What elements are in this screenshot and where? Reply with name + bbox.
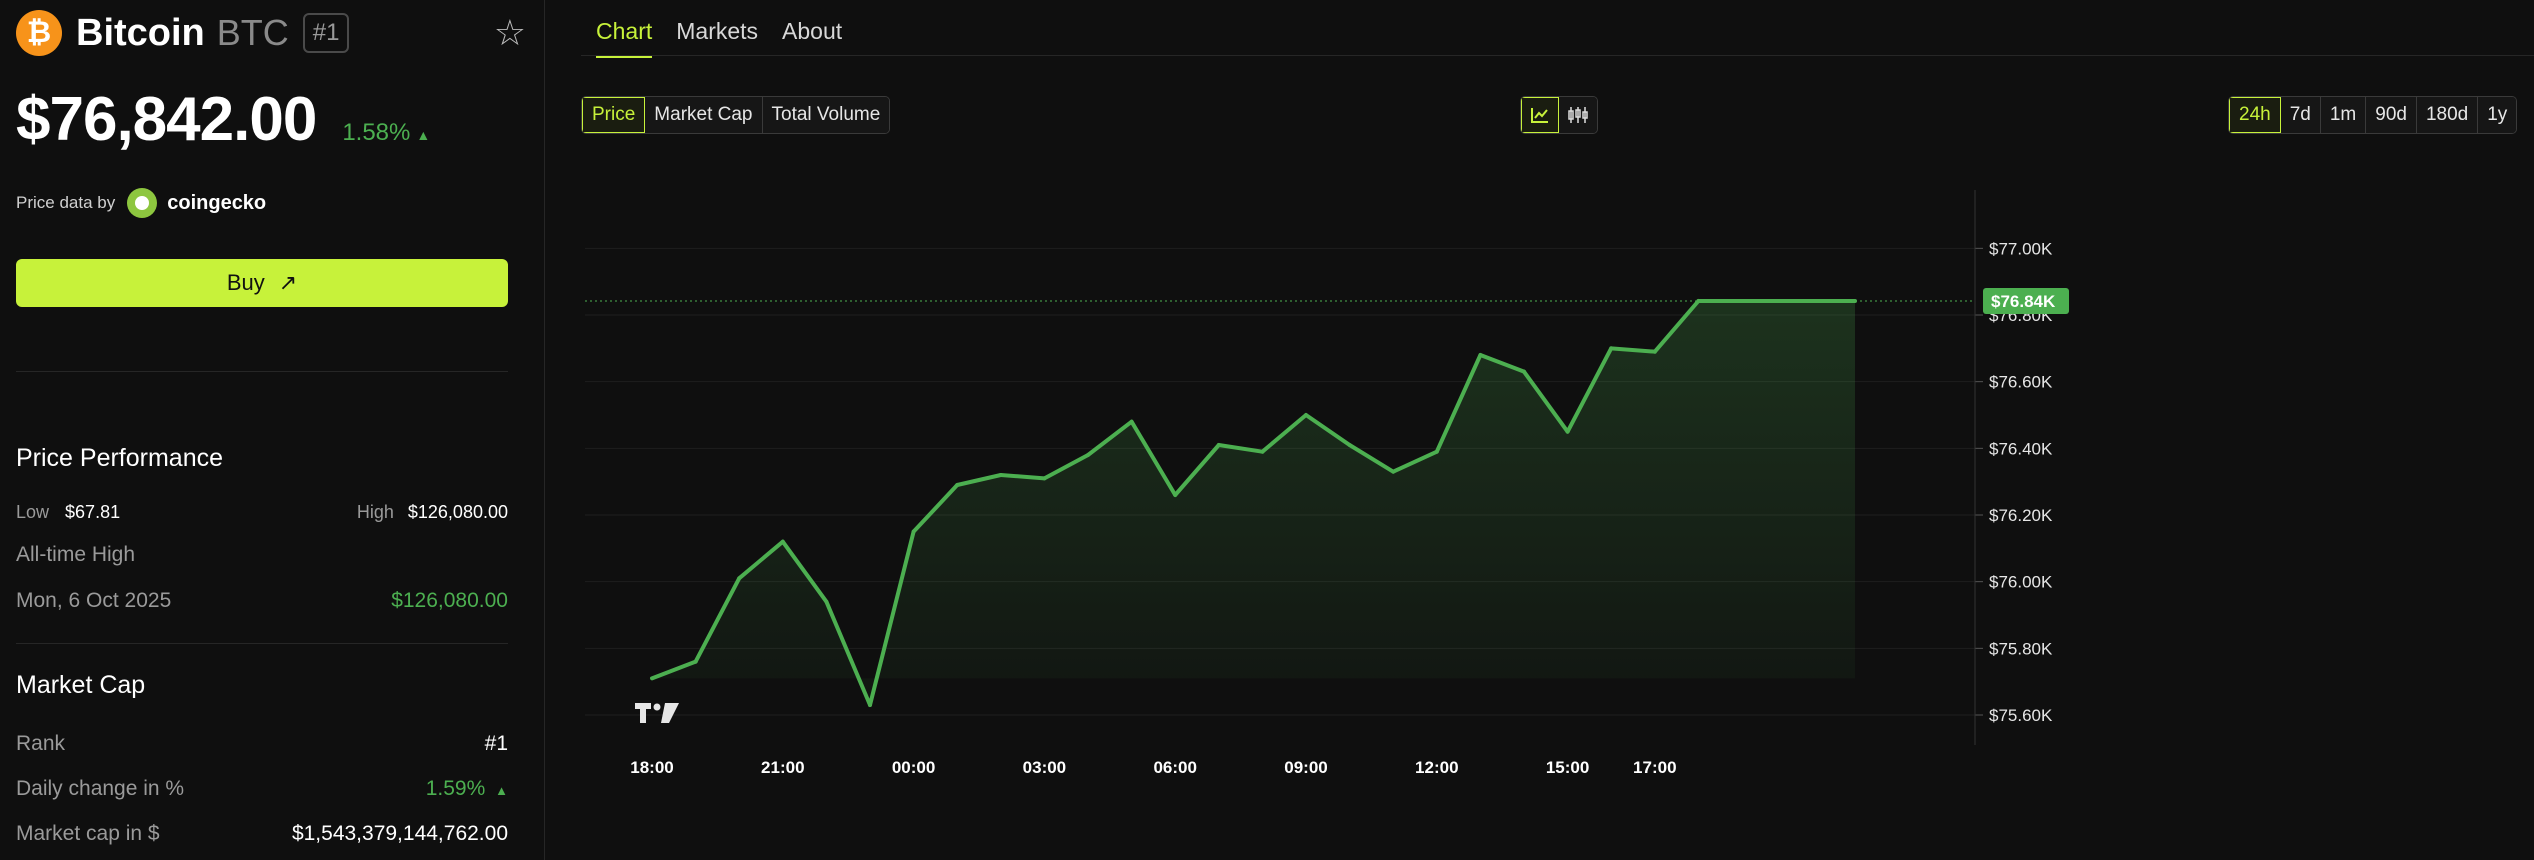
external-arrow-icon: ↗	[278, 270, 298, 295]
divider	[16, 643, 508, 644]
low-high-row: Low $67.81 High $126,080.00	[16, 502, 508, 523]
divider	[16, 371, 508, 372]
rank-row: Rank #1	[16, 732, 508, 756]
current-price-label: $76.84K	[1991, 292, 2056, 311]
y-tick-label: $76.40K	[1989, 439, 2053, 458]
ath-date: Mon, 6 Oct 2025	[16, 589, 172, 612]
daily-change-row: Daily change in % 1.59% ▲	[16, 777, 508, 801]
ath-row: Mon, 6 Oct 2025 $126,080.00	[16, 589, 508, 613]
price-change: 1.58% ▲	[342, 119, 430, 147]
chart-panel: Chart Markets About Price Market Cap Tot…	[545, 0, 2534, 860]
x-tick-label: 21:00	[761, 758, 804, 777]
ath-label-row: All-time High	[16, 543, 508, 567]
price-source-provider[interactable]: coingecko	[167, 192, 266, 215]
price-chart[interactable]: $77.00K$76.80K$76.60K$76.40K$76.20K$76.0…	[545, 0, 2534, 860]
x-tick-label: 03:00	[1023, 758, 1066, 777]
coin-header: ₿ Bitcoin BTC #1 ☆	[16, 10, 526, 56]
current-price: $76,842.00	[16, 85, 317, 154]
y-tick-label: $76.20K	[1989, 506, 2053, 525]
x-axis: 18:00 21:00 00:00 03:00 06:00 09:00 12:00 15:00…	[630, 758, 1676, 777]
buy-button[interactable]: Buy ↗	[16, 259, 508, 307]
y-tick-label: $75.60K	[1989, 706, 2053, 725]
market-cap-value: $1,543,379,144,762.00	[291, 822, 508, 845]
market-cap-row: Market cap in $ $1,543,379,144,762.00	[16, 822, 508, 846]
x-tick-label: 12:00	[1415, 758, 1458, 777]
daily-change-label: Daily change in %	[16, 777, 185, 800]
favorite-star-icon[interactable]: ☆	[494, 15, 526, 51]
y-tick-label: $75.80K	[1989, 639, 2053, 658]
price-performance-title: Price Performance	[16, 444, 224, 472]
up-arrow-icon: ▲	[416, 127, 431, 143]
up-arrow-icon: ▲	[495, 783, 508, 798]
coin-sidebar: ₿ Bitcoin BTC #1 ☆ $76,842.00 1.58% ▲ Pri…	[0, 0, 545, 860]
y-tick-label: $76.60K	[1989, 373, 2053, 392]
price-source: Price data by coingecko	[16, 188, 266, 218]
low-label: Low	[16, 502, 50, 522]
market-cap-title: Market Cap	[16, 671, 146, 699]
daily-change-value: 1.59% ▲	[426, 777, 508, 801]
price-change-value: 1.58%	[342, 119, 411, 146]
coin-name: Bitcoin	[76, 11, 205, 54]
y-tick-label: $77.00K	[1989, 239, 2053, 258]
daily-change-number: 1.59%	[425, 777, 486, 800]
ath-label: All-time High	[16, 543, 136, 566]
chart-area	[652, 301, 1855, 705]
buy-button-label: Buy	[226, 270, 265, 295]
high-value: $126,080.00	[407, 502, 508, 522]
x-tick-label: 17:00	[1633, 758, 1676, 777]
price-area	[652, 301, 1855, 705]
x-tick-label: 00:00	[892, 758, 935, 777]
coin-symbol: BTC	[216, 12, 289, 53]
x-tick-label: 09:00	[1284, 758, 1327, 777]
high-label: High	[356, 502, 394, 522]
tradingview-watermark-icon[interactable]	[635, 703, 679, 723]
low-value: $67.81	[65, 502, 121, 522]
price-row: $76,842.00 1.58% ▲	[16, 84, 430, 155]
rank-badge: #1	[302, 13, 350, 53]
ath-value: $126,080.00	[391, 589, 508, 612]
x-tick-label: 15:00	[1546, 758, 1589, 777]
rank-value: #1	[484, 732, 508, 755]
bitcoin-logo-icon: ₿	[16, 10, 62, 56]
rank-label: Rank	[16, 732, 66, 755]
price-source-label: Price data by	[16, 193, 116, 212]
y-axis: $77.00K$76.80K$76.60K$76.40K$76.20K$76.0…	[1974, 190, 2053, 745]
market-cap-label: Market cap in $	[16, 822, 160, 845]
coingecko-logo-icon	[127, 188, 158, 218]
x-tick-label: 18:00	[630, 758, 673, 777]
y-tick-label: $76.00K	[1989, 573, 2053, 592]
x-tick-label: 06:00	[1153, 758, 1196, 777]
